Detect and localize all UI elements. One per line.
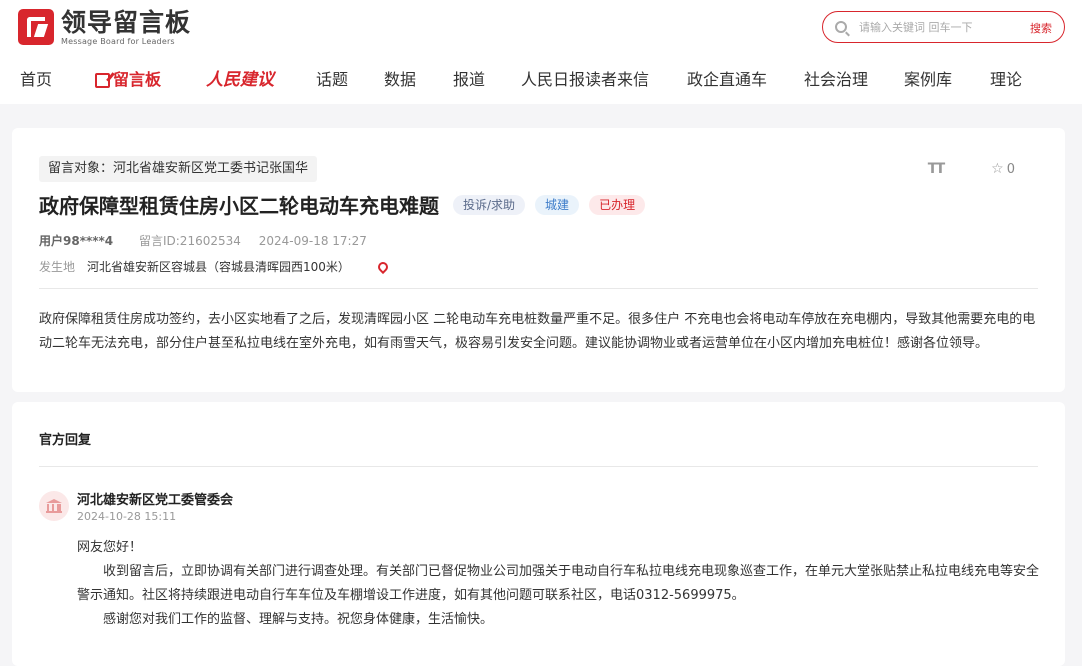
nav-data[interactable]: 数据 — [384, 69, 416, 91]
message-meta: 用户98****4 留言ID:21602534 2024-09-18 17:27 — [39, 232, 367, 249]
message-id: 留言ID:21602534 — [138, 234, 241, 248]
reply-paragraph: 收到留言后，立即协调有关部门进行调查处理。有关部门已督促物业公司加强关于电动自行… — [77, 564, 1040, 603]
logo-subtitle: Message Board for Leaders — [61, 37, 175, 46]
nav-social-governance[interactable]: 社会治理 — [804, 69, 868, 91]
message-user: 用户98****4 — [39, 234, 114, 248]
government-building-icon — [46, 499, 62, 513]
message-title: 政府保障型租赁住房小区二轮电动车充电难题 — [39, 194, 439, 218]
nav-case-library[interactable]: 案例库 — [904, 69, 952, 91]
nav-theory[interactable]: 理论 — [990, 69, 1022, 91]
message-datetime: 2024-09-18 17:27 — [258, 234, 367, 248]
avatar — [39, 491, 69, 521]
message-target: 留言对象：河北省雄安新区党工委书记张国华 — [39, 156, 318, 182]
location-pin-icon[interactable] — [375, 259, 390, 274]
reply-card: 官方回复 河北雄安新区党工委管委会 2024-10-28 15:11 网友您好！… — [12, 402, 1065, 666]
field-badge: 城建 — [535, 194, 580, 215]
message-card: 留言对象：河北省雄安新区党工委书记张国华 TT ☆ 0 政府保障型租赁住房小区二… — [12, 128, 1065, 392]
nav-topics[interactable]: 话题 — [316, 69, 348, 91]
nav-home[interactable]: 首页 — [20, 69, 52, 91]
nav-message-board[interactable]: 留言板 — [95, 69, 161, 91]
location-label: 发生地 — [39, 260, 76, 274]
edit-icon — [95, 72, 110, 88]
site-header: 领导留言板 Message Board for Leaders 搜索 首页 留言… — [0, 0, 1082, 104]
message-tools: TT ☆ 0 — [928, 161, 1015, 177]
nav-people-suggestions[interactable]: 人民建议 — [206, 69, 274, 91]
search-icon — [835, 21, 847, 33]
reply-paragraph: 感谢您对我们工作的监督、理解与支持。祝您身体健康，生活愉快。 — [103, 612, 494, 627]
nav-readers-letters[interactable]: 人民日报读者来信 — [521, 69, 649, 91]
logo-icon — [18, 9, 54, 45]
font-size-icon[interactable]: TT — [928, 161, 945, 177]
reply-date: 2024-10-28 15:11 — [77, 510, 177, 523]
logo-title: 领导留言板 — [61, 8, 192, 37]
nav-message-board-label: 留言板 — [113, 70, 162, 89]
reply-greeting: 网友您好！ — [77, 540, 143, 555]
message-location-row: 发生地 河北省雄安新区容城县（容城县清晖园西100米） — [39, 258, 390, 275]
reply-org-name: 河北雄安新区党工委管委会 — [77, 493, 234, 508]
divider — [39, 288, 1038, 289]
divider — [39, 466, 1038, 467]
star-icon[interactable]: ☆ — [991, 161, 1004, 177]
type-badge: 投诉/求助 — [453, 194, 526, 215]
reply-content: 网友您好！ 收到留言后，立即协调有关部门进行调查处理。有关部门已督促物业公司加强… — [77, 536, 1041, 632]
favorite-count: 0 — [1006, 161, 1015, 177]
nav-reports[interactable]: 报道 — [453, 69, 485, 91]
search-box: 搜索 — [822, 11, 1065, 43]
search-button[interactable]: 搜索 — [1030, 20, 1052, 36]
site-logo[interactable]: 领导留言板 Message Board for Leaders — [18, 9, 191, 47]
reply-heading: 官方回复 — [39, 433, 92, 448]
nav-gov-business[interactable]: 政企直通车 — [687, 69, 767, 91]
search-input[interactable] — [859, 20, 1009, 34]
message-content: 政府保障租赁住房成功签约，去小区实地看了之后，发现清晖园小区 二轮电动车充电桩数… — [39, 312, 1036, 351]
status-badge: 已办理 — [589, 194, 646, 215]
location-text: 河北省雄安新区容城县（容城县清晖园西100米） — [87, 260, 350, 274]
